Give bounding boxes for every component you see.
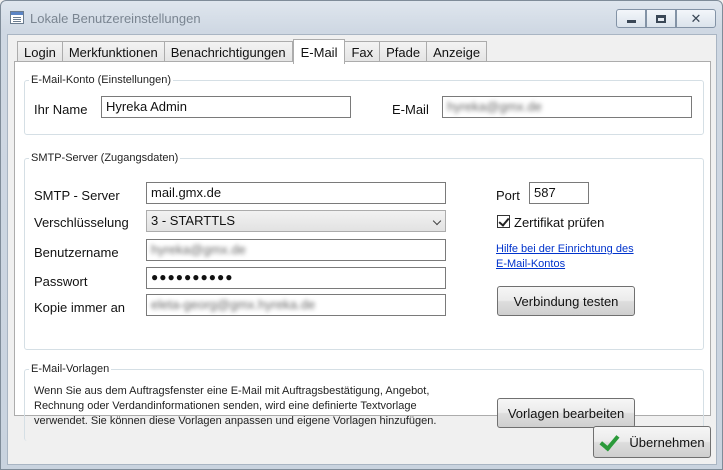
smtp-server-label: SMTP - Server bbox=[34, 188, 120, 203]
minimize-icon bbox=[626, 20, 636, 23]
templates-description-line2: Rechnung oder Verdandinformationen sende… bbox=[34, 400, 417, 412]
tab-benachrichtigungen[interactable]: Benachrichtigungen bbox=[164, 41, 293, 63]
settings-window: Lokale Benutzereinstellungen ✕ Login Mer… bbox=[0, 0, 723, 470]
templates-description-line3: verwendet. Sie können diese Vorlagen anp… bbox=[34, 415, 437, 427]
name-field[interactable]: Hyreka Admin bbox=[101, 96, 351, 118]
verify-certificate-checkbox[interactable] bbox=[497, 215, 510, 228]
encryption-label: Verschlüsselung bbox=[34, 215, 129, 230]
email-account-group: E-Mail-Konto (Einstellungen) Ihr Name Hy… bbox=[24, 74, 704, 135]
copy-to-label: Kopie immer an bbox=[34, 300, 126, 315]
email-field[interactable]: hyreka@gmx.de bbox=[442, 96, 692, 118]
email-templates-legend: E-Mail-Vorlagen bbox=[29, 363, 112, 375]
email-account-legend: E-Mail-Konto (Einstellungen) bbox=[29, 74, 174, 86]
username-label: Benutzername bbox=[34, 245, 119, 260]
checkmark-icon bbox=[599, 432, 619, 452]
smtp-server-legend: SMTP-Server (Zugangsdaten) bbox=[29, 152, 181, 164]
tab-e-mail[interactable]: E-Mail bbox=[292, 39, 346, 64]
port-field[interactable]: 587 bbox=[529, 182, 589, 204]
tab-anzeige[interactable]: Anzeige bbox=[427, 41, 488, 63]
password-field[interactable]: ●●●●●●●●●● bbox=[146, 267, 446, 289]
tab-pfade[interactable]: Pfade bbox=[380, 41, 428, 63]
close-button[interactable]: ✕ bbox=[676, 9, 716, 28]
test-connection-button[interactable]: Verbindung testen bbox=[497, 286, 635, 316]
password-label: Passwort bbox=[34, 274, 88, 289]
smtp-server-group: SMTP-Server (Zugangsdaten) SMTP - Server… bbox=[24, 152, 704, 350]
email-label: E-Mail bbox=[392, 102, 429, 117]
window-title: Lokale Benutzereinstellungen bbox=[30, 11, 201, 26]
maximize-button[interactable] bbox=[646, 9, 676, 28]
minimize-button[interactable] bbox=[616, 9, 646, 28]
tab-fax[interactable]: Fax bbox=[345, 41, 381, 63]
verify-certificate-label: Zertifikat prüfen bbox=[514, 215, 605, 230]
apply-button-label: Übernehmen bbox=[629, 434, 705, 450]
email-value: hyreka@gmx.de bbox=[447, 99, 542, 114]
apply-button[interactable]: Übernehmen bbox=[593, 426, 711, 458]
smtp-server-field[interactable]: mail.gmx.de bbox=[146, 182, 446, 204]
title-bar[interactable]: Lokale Benutzereinstellungen ✕ bbox=[1, 1, 722, 35]
tab-login[interactable]: Login bbox=[17, 41, 63, 63]
templates-description-line1: Wenn Sie aus dem Auftragsfenster eine E-… bbox=[34, 385, 430, 397]
close-icon: ✕ bbox=[690, 10, 702, 26]
maximize-icon bbox=[656, 14, 666, 23]
encryption-select[interactable]: 3 - STARTTLS bbox=[146, 210, 446, 232]
help-link-line1[interactable]: Hilfe bei der Einrichtung des bbox=[496, 242, 634, 257]
app-icon bbox=[10, 11, 24, 24]
chevron-down-icon bbox=[432, 216, 442, 226]
tab-merkfunktionen[interactable]: Merkfunktionen bbox=[62, 41, 165, 63]
username-field[interactable]: hyreka@gmx.de bbox=[146, 239, 446, 261]
copy-to-field[interactable]: eleta-georg@gmx.hyreka.de bbox=[146, 294, 446, 316]
email-tab-panel: E-Mail-Konto (Einstellungen) Ihr Name Hy… bbox=[14, 61, 711, 441]
port-label: Port bbox=[496, 188, 520, 203]
edit-templates-button[interactable]: Vorlagen bearbeiten bbox=[497, 398, 635, 428]
name-label: Ihr Name bbox=[34, 102, 88, 117]
encryption-value: 3 - STARTTLS bbox=[151, 213, 236, 228]
copy-to-value: eleta-georg@gmx.hyreka.de bbox=[151, 297, 316, 312]
window-client: Login Merkfunktionen Benachrichtigungen … bbox=[7, 34, 717, 465]
username-value: hyreka@gmx.de bbox=[151, 242, 246, 257]
tab-strip: Login Merkfunktionen Benachrichtigungen … bbox=[17, 39, 488, 64]
help-link-line2[interactable]: E-Mail-Kontos bbox=[496, 257, 565, 272]
